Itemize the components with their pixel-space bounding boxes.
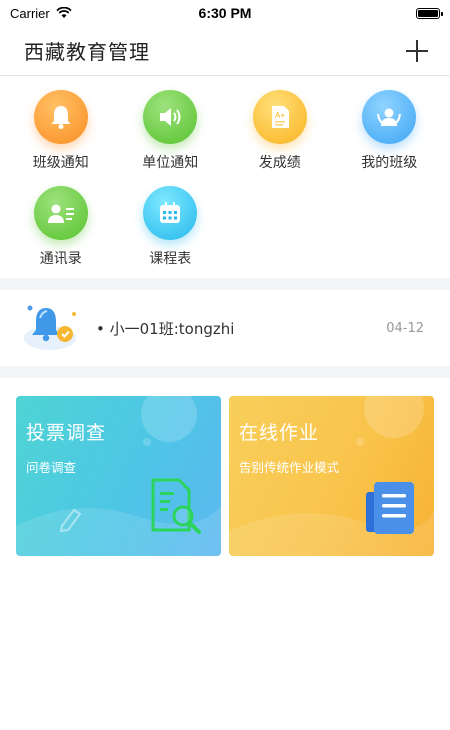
grid-label: 课程表	[149, 251, 192, 267]
class-people-icon	[362, 90, 417, 144]
notice-row[interactable]: • 小一01班:tongzhi 04-12	[0, 290, 450, 366]
pencil-icon	[59, 508, 82, 533]
bell-icon	[33, 90, 88, 144]
document-search-icon	[151, 478, 201, 534]
wifi-icon	[56, 7, 72, 18]
status-bar: Carrier 6:30 PM	[0, 0, 450, 26]
status-time: 6:30 PM	[198, 5, 252, 21]
svg-text:A+: A+	[275, 111, 285, 120]
grid-item-my-class[interactable]: 我的班级	[335, 90, 445, 172]
battery-icon	[416, 7, 443, 19]
grid-item-class-notice[interactable]: 班级通知	[6, 90, 116, 172]
speaker-icon	[143, 90, 198, 144]
carrier-label: Carrier	[10, 5, 50, 21]
grid-item-publish-grades[interactable]: A+ 发成绩	[225, 90, 335, 172]
calendar-icon	[143, 186, 198, 240]
section-divider	[0, 278, 450, 290]
card-title: 投票调查	[26, 422, 107, 444]
card-subtitle: 告别传统作业模式	[239, 460, 340, 475]
card-title: 在线作业	[239, 422, 320, 444]
grade-paper-icon: A+	[252, 90, 307, 144]
grid-label: 发成绩	[258, 155, 301, 171]
grid-item-unit-notice[interactable]: 单位通知	[116, 90, 226, 172]
add-button[interactable]	[406, 39, 428, 62]
grid-item-schedule[interactable]: 课程表	[116, 186, 226, 268]
notice-date: 04-12	[386, 320, 424, 336]
notice-text: • 小一01班:tongzhi	[96, 319, 235, 338]
grid-label: 班级通知	[32, 155, 89, 171]
grid-label: 我的班级	[361, 155, 418, 171]
nav-bar: 西藏教育管理	[0, 26, 450, 76]
page-title: 西藏教育管理	[24, 40, 150, 64]
contact-card-icon	[33, 186, 88, 240]
card-subtitle: 问卷调查	[26, 460, 77, 475]
grid-label: 通讯录	[39, 251, 82, 267]
function-grid: 班级通知 单位通知 A+ 发成绩 我的班级 通讯录 课程表	[0, 76, 450, 278]
grid-label: 单位通知	[142, 155, 199, 171]
feature-cards: 投票调查 问卷调查 在线作业 告别传统作业模式	[0, 378, 450, 556]
grid-item-contacts[interactable]: 通讯录	[6, 186, 116, 268]
vote-survey-card[interactable]: 投票调查 问卷调查	[16, 396, 221, 556]
status-left: Carrier	[10, 6, 72, 21]
notebook-icon	[366, 482, 414, 534]
online-homework-card[interactable]: 在线作业 告别传统作业模式	[229, 396, 434, 556]
notice-bell-illustration	[22, 300, 82, 356]
section-divider	[0, 366, 450, 378]
